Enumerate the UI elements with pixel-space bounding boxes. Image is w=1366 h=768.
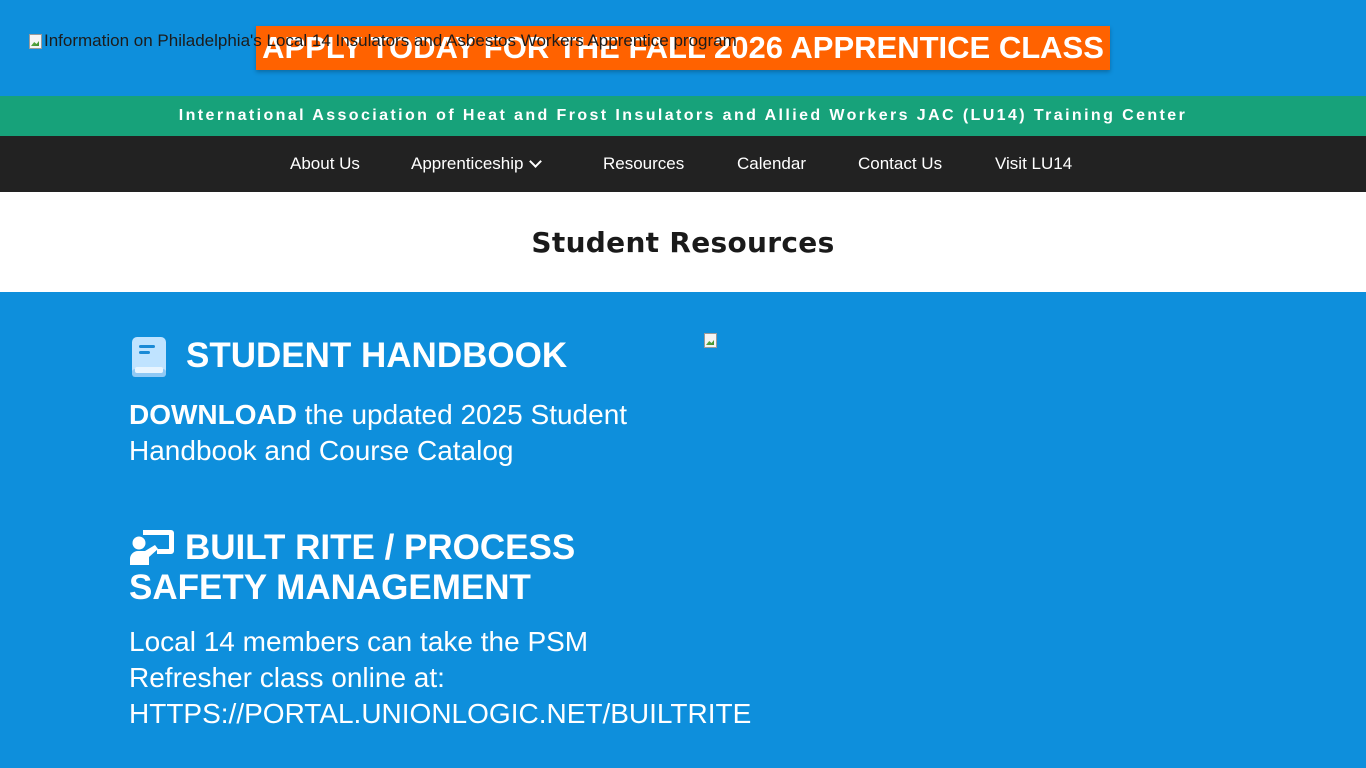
nav-item-about-us[interactable]: About Us bbox=[290, 136, 360, 192]
download-handbook-link[interactable]: DOWNLOAD bbox=[129, 399, 297, 430]
logo-alt-text: Information on Philadelphia's Local 14 I… bbox=[44, 31, 737, 50]
nav-item-label: About Us bbox=[290, 154, 360, 173]
nav-item-label: Apprenticeship bbox=[411, 154, 524, 173]
broken-image-icon bbox=[28, 33, 42, 49]
main-content: STUDENT HANDBOOK DOWNLOAD the updated 20… bbox=[0, 292, 1366, 768]
book-icon bbox=[132, 337, 166, 377]
title-band: Student Resources bbox=[0, 192, 1366, 292]
nav-item-label: Resources bbox=[603, 154, 685, 173]
site-logo-link[interactable]: Information on Philadelphia's Local 14 I… bbox=[28, 31, 737, 51]
nav-item-resources[interactable]: Resources bbox=[603, 136, 684, 192]
handbook-text-line1: the updated 2025 Student bbox=[296, 399, 628, 430]
broken-image-icon bbox=[703, 332, 721, 348]
nav-item-label: Calendar bbox=[737, 154, 806, 173]
handbook-description: DOWNLOAD the updated 2025 Student bbox=[129, 397, 627, 433]
chevron-down-icon bbox=[529, 155, 543, 168]
built-rite-heading-line2: SAFETY MANAGEMENT bbox=[129, 568, 531, 607]
nav-item-calendar[interactable]: Calendar bbox=[737, 136, 806, 192]
builtrite-portal-link[interactable]: HTTPS://PORTAL.UNIONLOGIC.NET/BUILTRITE bbox=[129, 696, 751, 732]
nav-item-apprenticeship[interactable]: Apprenticeship bbox=[411, 136, 543, 192]
site-header: APPLY TODAY FOR THE FALL 2026 APPRENTICE… bbox=[0, 0, 1366, 96]
nav-item-visit-lu14[interactable]: Visit LU14 bbox=[995, 136, 1072, 192]
page-title: Student Resources bbox=[531, 226, 835, 259]
nav-item-label: Contact Us bbox=[858, 154, 943, 173]
student-handbook-heading: STUDENT HANDBOOK bbox=[186, 336, 568, 375]
built-rite-heading-line1: BUILT RITE / PROCESS bbox=[185, 528, 576, 567]
main-nav: About Us Apprenticeship Resources Calend… bbox=[0, 136, 1366, 192]
handbook-text-line2: Handbook and Course Catalog bbox=[129, 435, 514, 466]
psm-text-line2: Refresher class online at: bbox=[129, 662, 445, 693]
association-banner: International Association of Heat and Fr… bbox=[0, 96, 1366, 136]
psm-text-line1: Local 14 members can take the PSM bbox=[129, 626, 589, 657]
nav-item-label: Visit LU14 bbox=[995, 154, 1073, 173]
nav-item-contact-us[interactable]: Contact Us bbox=[858, 136, 942, 192]
chalkboard-teacher-icon bbox=[130, 530, 174, 565]
